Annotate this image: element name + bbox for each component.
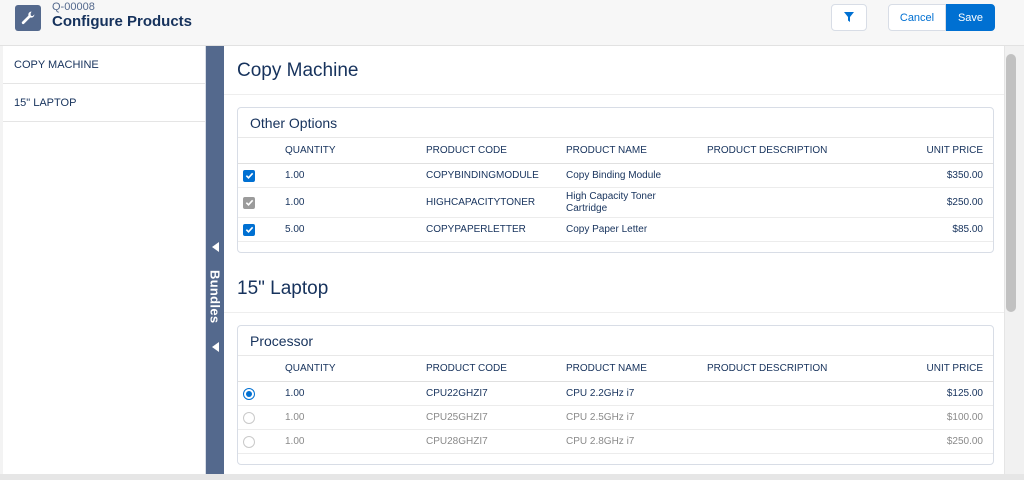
product-nav: COPY MACHINE 15" LAPTOP (3, 46, 206, 474)
filter-button[interactable] (831, 4, 867, 31)
main-content: Copy Machine Other Options QUANTITY PROD… (224, 46, 1004, 474)
unit-price-cell: $100.00 (946, 412, 983, 423)
quantity-cell[interactable]: 1.00 (285, 382, 304, 405)
product-checkbox[interactable] (243, 223, 255, 236)
bundles-toggle[interactable]: Bundles (206, 46, 224, 474)
product-checkbox-disabled (243, 196, 255, 209)
section-title-15-laptop: 15" Laptop (237, 278, 329, 299)
table-row: 1.00 CPU25GHZI7 CPU 2.5GHz i7 $100.00 (238, 406, 993, 430)
column-header-product-code: PRODUCT CODE (426, 363, 507, 374)
nav-item-15-laptop[interactable]: 15" LAPTOP (3, 84, 205, 122)
scrollbar-thumb[interactable] (1006, 54, 1016, 312)
product-code-cell: COPYPAPERLETTER (426, 224, 526, 235)
wrench-icon (15, 5, 41, 31)
product-name-cell: Copy Binding Module (566, 169, 662, 181)
collapse-left-icon (211, 242, 219, 252)
column-header-unit-price: UNIT PRICE (926, 363, 984, 374)
unit-price-cell: $250.00 (946, 436, 983, 447)
option-group-card: Processor QUANTITY PRODUCT CODE PRODUCT … (237, 325, 994, 465)
column-header-product-name: PRODUCT NAME (566, 144, 647, 156)
quantity-cell[interactable]: 1.00 (285, 164, 304, 187)
section-divider (224, 94, 1004, 95)
page-title: Configure Products (52, 13, 193, 30)
quantity-cell[interactable]: 1.00 (285, 188, 304, 217)
column-header-product-description: PRODUCT DESCRIPTION (707, 363, 828, 374)
column-header-product-code: PRODUCT CODE (426, 145, 507, 156)
product-radio[interactable] (243, 435, 255, 448)
product-checkbox[interactable] (243, 169, 255, 182)
product-code-cell: CPU25GHZI7 (426, 412, 488, 423)
unit-price-cell: $125.00 (946, 388, 983, 399)
product-name-cell: Copy Paper Letter (566, 223, 648, 235)
column-header-unit-price: UNIT PRICE (926, 145, 984, 156)
table-row: 1.00 CPU28GHZI7 CPU 2.8GHz i7 $250.00 (238, 430, 993, 454)
product-radio[interactable] (243, 411, 255, 424)
table-row: 5.00 COPYPAPERLETTER Copy Paper Letter $… (238, 218, 993, 242)
product-name-cell: CPU 2.2GHz i7 (566, 387, 635, 399)
product-code-cell: CPU22GHZI7 (426, 388, 488, 399)
table-row: 1.00 COPYBINDINGMODULE Copy Binding Modu… (238, 164, 993, 188)
quantity-cell[interactable]: 1.00 (285, 430, 304, 453)
save-button[interactable]: Save (946, 4, 995, 31)
column-header-quantity: QUANTITY (285, 363, 336, 374)
table-row: 1.00 HIGHCAPACITYTONER High Capacity Ton… (238, 188, 993, 218)
option-group-title: Other Options (238, 108, 993, 138)
table-header-row: QUANTITY PRODUCT CODE PRODUCT NAME PRODU… (238, 356, 993, 382)
table-header-row: QUANTITY PRODUCT CODE PRODUCT NAME PRODU… (238, 138, 993, 164)
unit-price-cell: $250.00 (946, 197, 983, 208)
quantity-cell[interactable]: 5.00 (285, 218, 304, 241)
card-footer-spacer (238, 242, 993, 252)
option-group-card: Other Options QUANTITY PRODUCT CODE PROD… (237, 107, 994, 253)
section-title-copy-machine: Copy Machine (237, 60, 359, 81)
nav-item-copy-machine[interactable]: COPY MACHINE (3, 46, 205, 84)
column-header-product-description: PRODUCT DESCRIPTION (707, 145, 828, 156)
page-header: Q-00008 Configure Products Cancel Save (0, 0, 1024, 46)
table-row: 1.00 CPU22GHZI7 CPU 2.2GHz i7 $125.00 (238, 382, 993, 406)
bundles-label: Bundles (207, 270, 223, 324)
product-radio[interactable] (243, 387, 255, 400)
column-header-product-name: PRODUCT NAME (566, 362, 647, 374)
product-name-cell: High Capacity Toner Cartridge (566, 190, 656, 214)
product-name-cell: CPU 2.5GHz i7 (566, 411, 635, 423)
product-name-cell: CPU 2.8GHz i7 (566, 435, 635, 447)
product-code-cell: HIGHCAPACITYTONER (426, 197, 536, 208)
product-code-cell: COPYBINDINGMODULE (426, 170, 539, 181)
cancel-button[interactable]: Cancel (888, 4, 946, 31)
unit-price-cell: $85.00 (952, 224, 983, 235)
unit-price-cell: $350.00 (946, 170, 983, 181)
bottom-edge (0, 474, 1024, 480)
record-id: Q-00008 (52, 1, 95, 13)
filter-icon (844, 9, 854, 27)
card-footer-spacer (238, 454, 993, 464)
quantity-cell[interactable]: 1.00 (285, 406, 304, 429)
product-code-cell: CPU28GHZI7 (426, 436, 488, 447)
option-group-title: Processor (238, 326, 993, 356)
collapse-left-icon (211, 341, 219, 352)
column-header-quantity: QUANTITY (285, 145, 336, 156)
section-divider (224, 312, 1004, 313)
